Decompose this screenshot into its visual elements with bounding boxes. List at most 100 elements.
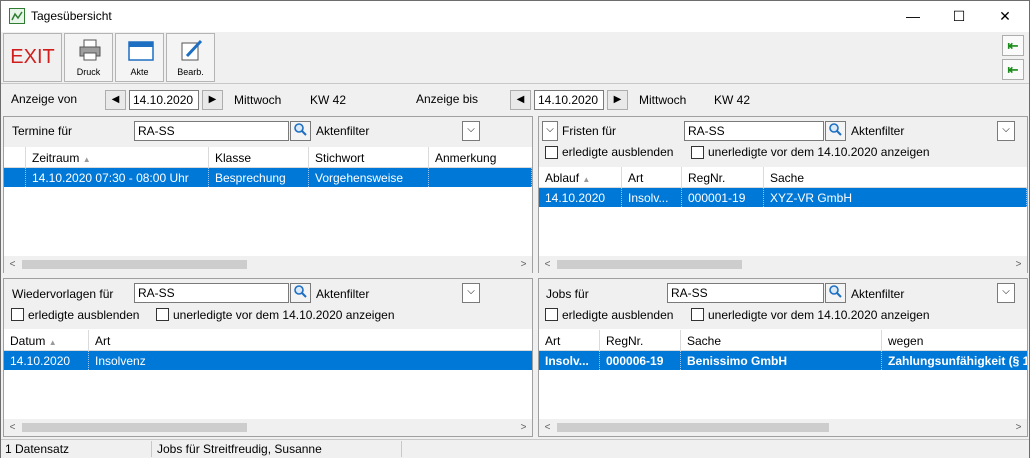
status-divider [151, 441, 152, 457]
col-header-art[interactable]: Art [89, 330, 532, 351]
scroll-right-icon[interactable]: > [515, 419, 532, 436]
col-header-anmerkung[interactable]: Anmerkung [429, 147, 532, 168]
fristen-collapse-button[interactable]: ⌵ [542, 121, 558, 141]
scroll-right-icon[interactable]: > [515, 256, 532, 273]
table-row[interactable]: 14.10.2020 Insolvenz [4, 351, 532, 370]
col-header-art[interactable]: Art [622, 167, 682, 188]
cell-klasse: Besprechung [209, 168, 309, 187]
search-icon [829, 123, 842, 136]
col-header-wegen[interactable]: wegen [882, 330, 1027, 351]
dock-left-alt-button[interactable]: ⇤ [1002, 59, 1024, 80]
wiedervorlagen-user-input[interactable]: RA-SS [134, 283, 289, 303]
scroll-right-icon[interactable]: > [1010, 256, 1027, 273]
print-label: Druck [76, 67, 101, 77]
termine-search-button[interactable] [290, 121, 311, 141]
fristen-hscrollbar[interactable]: < > [539, 256, 1027, 273]
scroll-thumb[interactable] [22, 423, 247, 432]
cell-sache: XYZ-VR GmbH [764, 188, 1027, 207]
col-header-sache[interactable]: Sache [764, 167, 1027, 188]
col-header-klasse[interactable]: Klasse [209, 147, 309, 168]
status-record-count: 1 Datensatz [5, 442, 70, 456]
scroll-thumb[interactable] [22, 260, 247, 269]
status-info: Jobs für Streitfreudig, Susanne [157, 442, 322, 456]
scroll-thumb[interactable] [557, 260, 742, 269]
edit-label: Bearb. [177, 67, 204, 77]
title-bar: Tagesübersicht — ☐ ✕ [1, 1, 1029, 32]
termine-hscrollbar[interactable]: < > [4, 256, 532, 273]
chevron-down-icon: ⌵ [546, 124, 554, 135]
table-row[interactable]: Insolv... 000006-19 Benissimo GmbH Zahlu… [539, 351, 1027, 370]
exit-button[interactable]: EXIT [3, 33, 62, 82]
wiedervorlagen-hide-done-checkbox[interactable] [11, 308, 24, 321]
scroll-left-icon[interactable]: < [4, 256, 21, 273]
wiedervorlagen-label: Wiedervorlagen für [12, 287, 114, 301]
cell-sache: Benissimo GmbH [681, 351, 882, 370]
col-header-zeitraum[interactable]: Zeitraum ▲ [26, 147, 209, 168]
main-window: Tagesübersicht — ☐ ✕ EXIT Druck Akte Bea… [0, 0, 1030, 458]
wiedervorlagen-header: Wiedervorlagen für RA-SS Aktenfilter ⌵ e… [4, 279, 532, 329]
cell-zeitraum: 14.10.2020 07:30 - 08:00 Uhr [26, 168, 209, 187]
wiedervorlagen-show-open-checkbox[interactable] [156, 308, 169, 321]
fristen-panel: ⌵ Fristen für RA-SS Aktenfilter ⌵ erledi… [538, 116, 1028, 273]
wiedervorlagen-hscrollbar[interactable]: < > [4, 419, 532, 436]
from-next-button[interactable]: ▶ [202, 90, 223, 110]
col-header-ablauf[interactable]: Ablauf ▲ [539, 167, 622, 188]
cell-regnr: 000001-19 [682, 188, 764, 207]
scroll-left-icon[interactable]: < [4, 419, 21, 436]
fristen-filter-dropdown[interactable]: ⌵ [997, 121, 1015, 141]
maximize-button[interactable]: ☐ [936, 1, 982, 32]
fristen-user-input[interactable]: RA-SS [684, 121, 824, 141]
from-date-input[interactable]: 14.10.2020 [129, 90, 199, 110]
jobs-hide-done-label: erledigte ausblenden [562, 308, 674, 322]
jobs-search-button[interactable] [825, 283, 846, 303]
minimize-icon: — [906, 8, 920, 24]
cell-art: Insolv... [622, 188, 682, 207]
scroll-left-icon[interactable]: < [539, 256, 556, 273]
wiedervorlagen-filter-dropdown[interactable]: ⌵ [462, 283, 480, 303]
close-button[interactable]: ✕ [982, 1, 1028, 32]
fristen-hide-done-checkbox[interactable] [545, 146, 558, 159]
col-header-datum[interactable]: Datum ▲ [4, 330, 89, 351]
print-button[interactable]: Druck [64, 33, 113, 82]
fristen-show-open-checkbox[interactable] [691, 146, 704, 159]
wiedervorlagen-search-button[interactable] [290, 283, 311, 303]
from-prev-button[interactable]: ◀ [105, 90, 126, 110]
col-header-stichwort[interactable]: Stichwort [309, 147, 429, 168]
arrow-left-bar-icon: ⇤ [1007, 62, 1019, 77]
col-header-regnr[interactable]: RegNr. [682, 167, 764, 188]
table-row[interactable]: 14.10.2020 07:30 - 08:00 Uhr Besprechung… [4, 168, 532, 187]
scroll-right-icon[interactable]: > [1010, 419, 1027, 436]
file-button[interactable]: Akte [115, 33, 164, 82]
table-row[interactable]: 14.10.2020 Insolv... 000001-19 XYZ-VR Gm… [539, 188, 1027, 207]
scroll-left-icon[interactable]: < [539, 419, 556, 436]
file-label: Akte [130, 67, 149, 77]
termine-user-input[interactable]: RA-SS [134, 121, 289, 141]
maximize-icon: ☐ [952, 8, 966, 24]
termine-filter-dropdown[interactable]: ⌵ [462, 121, 480, 141]
jobs-hide-done-checkbox[interactable] [545, 308, 558, 321]
close-icon: ✕ [999, 8, 1011, 24]
edit-button[interactable]: Bearb. [166, 33, 215, 82]
fristen-search-button[interactable] [825, 121, 846, 141]
arrow-left-icon: ⇤ [1007, 38, 1019, 53]
dock-left-button[interactable]: ⇤ [1002, 35, 1024, 56]
jobs-hscrollbar[interactable]: < > [539, 419, 1027, 436]
jobs-user-input[interactable]: RA-SS [667, 283, 824, 303]
to-next-button[interactable]: ▶ [607, 90, 628, 110]
scroll-thumb[interactable] [557, 423, 829, 432]
to-date-input[interactable]: 14.10.2020 [534, 90, 604, 110]
window-title: Tagesübersicht [31, 9, 112, 23]
cell-anmerkung [429, 168, 532, 187]
jobs-show-open-checkbox[interactable] [691, 308, 704, 321]
fristen-filter-label: Aktenfilter [851, 124, 905, 138]
sort-asc-icon: ▲ [582, 175, 591, 184]
wiedervorlagen-show-open-label: unerledigte vor dem 14.10.2020 anzeigen [173, 308, 395, 322]
to-prev-button[interactable]: ◀ [510, 90, 531, 110]
col-header-art[interactable]: Art [539, 330, 600, 351]
col-header-sache[interactable]: Sache [681, 330, 882, 351]
minimize-button[interactable]: — [890, 1, 936, 32]
jobs-filter-dropdown[interactable]: ⌵ [997, 283, 1015, 303]
from-week: KW 42 [310, 93, 347, 107]
col-header-regnr[interactable]: RegNr. [600, 330, 681, 351]
termine-header: Termine für RA-SS Aktenfilter ⌵ [4, 117, 532, 147]
